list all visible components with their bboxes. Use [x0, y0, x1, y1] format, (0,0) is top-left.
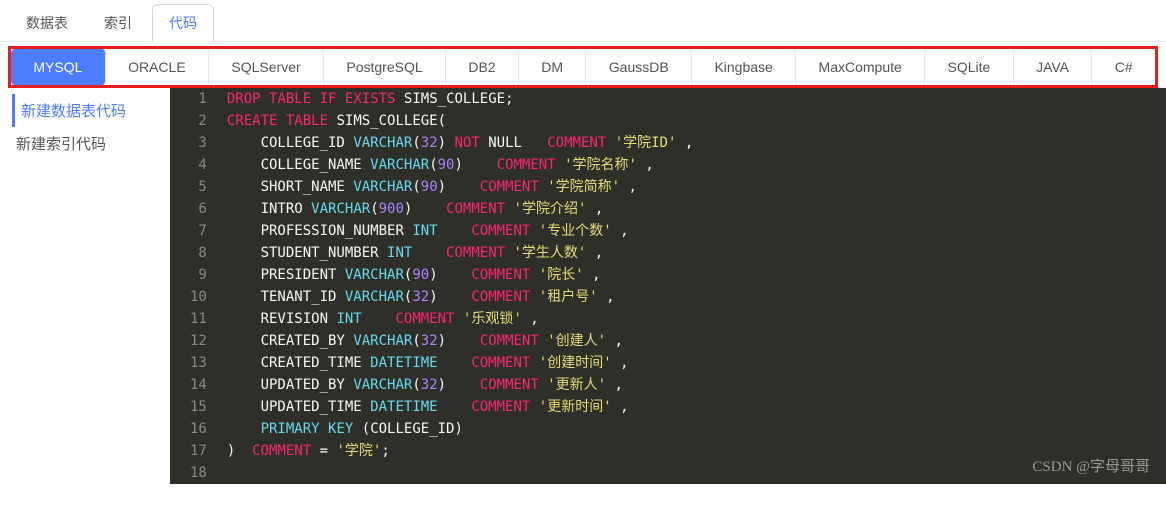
db-tab-sqlite[interactable]: SQLite: [925, 49, 1014, 85]
db-tab-dm[interactable]: DM: [519, 49, 587, 85]
sidebar-item-create-index-code[interactable]: 新建索引代码: [12, 127, 158, 160]
db-tab-mysql[interactable]: MYSQL: [11, 49, 106, 85]
db-tab-kingbase[interactable]: Kingbase: [692, 49, 796, 85]
tab-code[interactable]: 代码: [152, 4, 214, 42]
db-tab-oracle[interactable]: ORACLE: [106, 49, 209, 85]
tab-datatable[interactable]: 数据表: [10, 5, 84, 41]
db-tab-maxcompute[interactable]: MaxCompute: [796, 49, 925, 85]
code-content: DROP TABLE IF EXISTS SIMS_COLLEGE; CREAT…: [217, 88, 703, 484]
code-editor[interactable]: 123456789101112131415161718 DROP TABLE I…: [170, 88, 1166, 484]
db-tab-postgresql[interactable]: PostgreSQL: [324, 49, 446, 85]
line-gutter: 123456789101112131415161718: [170, 88, 217, 484]
db-tab-gaussdb[interactable]: GaussDB: [586, 49, 692, 85]
db-tab-csharp[interactable]: C#: [1092, 49, 1155, 85]
sidebar-item-create-table-code[interactable]: 新建数据表代码: [12, 94, 158, 127]
top-tabs: 数据表 索引 代码: [0, 0, 1166, 42]
watermark: CSDN @字母哥哥: [1032, 456, 1150, 478]
db-type-bar: MYSQL ORACLE SQLServer PostgreSQL DB2 DM…: [8, 46, 1158, 88]
sidebar: 新建数据表代码 新建索引代码: [0, 88, 170, 484]
db-tab-java[interactable]: JAVA: [1014, 49, 1093, 85]
db-tab-db2[interactable]: DB2: [446, 49, 519, 85]
db-tab-sqlserver[interactable]: SQLServer: [209, 49, 324, 85]
tab-index[interactable]: 索引: [88, 5, 148, 41]
